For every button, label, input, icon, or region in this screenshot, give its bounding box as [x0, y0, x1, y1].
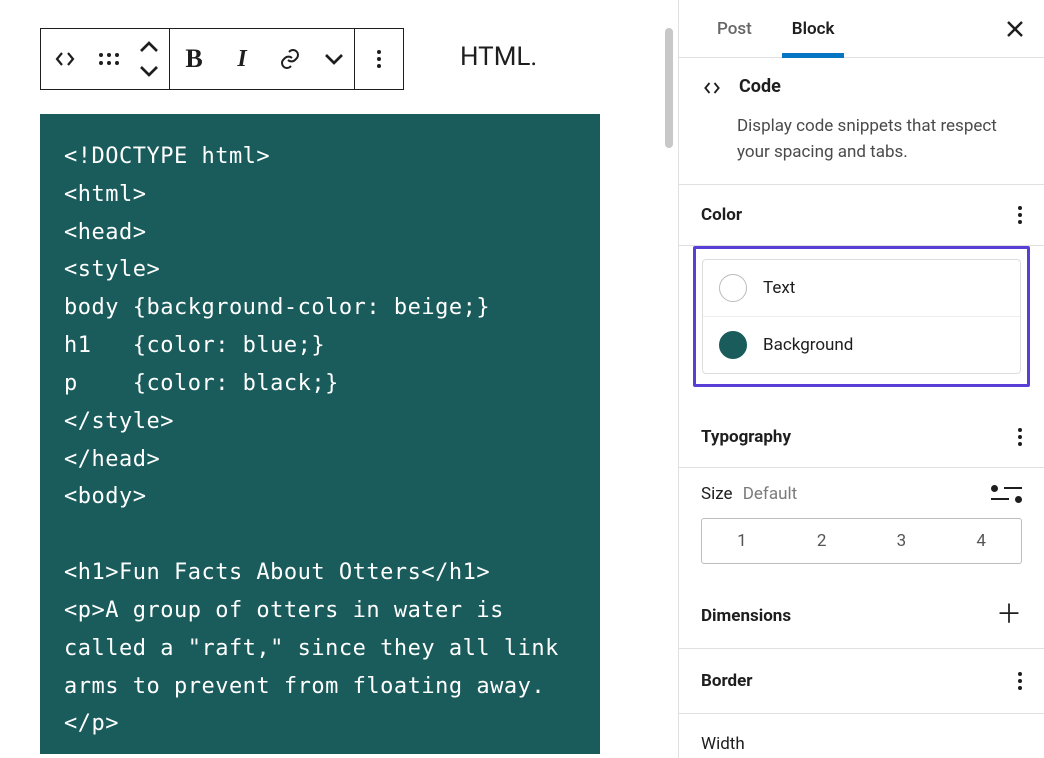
font-size-value: Default — [743, 484, 797, 504]
border-panel-header[interactable]: Border — [679, 649, 1044, 714]
font-size-option-1[interactable]: 1 — [702, 519, 782, 563]
text-color-swatch — [719, 274, 747, 302]
custom-size-toggle-icon[interactable] — [991, 485, 1022, 503]
color-panel-highlight: Text Background — [693, 246, 1030, 387]
text-color-row[interactable]: Text — [703, 260, 1020, 316]
toolbar-group-options — [355, 29, 403, 89]
code-block-icon — [701, 76, 723, 103]
tab-block[interactable]: Block — [772, 0, 855, 57]
block-description: Display code snippets that respect your … — [737, 113, 1022, 166]
drag-handle-icon[interactable] — [89, 29, 129, 89]
block-type-icon[interactable] — [41, 29, 89, 89]
sidebar-tabs: Post Block — [679, 0, 1044, 58]
toolbar-group-block — [41, 29, 170, 89]
scrollbar-thumb[interactable] — [665, 28, 673, 148]
editor-canvas: B I HTML. <!DOCTYPE html> <html> <head> … — [0, 0, 660, 758]
typography-panel-title: Typography — [701, 427, 791, 447]
color-panel-body: Text Background — [679, 246, 1044, 407]
block-title: Code — [739, 76, 781, 97]
color-options-list: Text Background — [702, 259, 1021, 374]
text-color-label: Text — [763, 278, 795, 298]
typography-panel-header[interactable]: Typography — [679, 407, 1044, 468]
border-panel-options-icon[interactable] — [1018, 672, 1022, 690]
scrollbar-track[interactable] — [660, 0, 678, 758]
italic-button[interactable]: I — [218, 29, 266, 89]
font-size-option-2[interactable]: 2 — [782, 519, 862, 563]
move-up-down-icon[interactable] — [129, 29, 169, 89]
bold-button[interactable]: B — [170, 29, 218, 89]
border-panel-title: Border — [701, 671, 753, 691]
typography-panel-options-icon[interactable] — [1018, 428, 1022, 446]
color-panel-options-icon[interactable] — [1018, 206, 1022, 224]
background-color-row[interactable]: Background — [703, 316, 1020, 373]
dimensions-panel-title: Dimensions — [701, 606, 791, 626]
block-toolbar: B I — [40, 28, 404, 90]
code-block[interactable]: <!DOCTYPE html> <html> <head> <style> bo… — [40, 114, 600, 754]
close-sidebar-button[interactable] — [986, 18, 1044, 40]
font-size-label: Size — [701, 484, 733, 504]
block-info-section: Code Display code snippets that respect … — [679, 58, 1044, 185]
background-color-label: Background — [763, 335, 853, 355]
more-format-dropdown[interactable] — [314, 29, 354, 89]
dimensions-panel-header[interactable]: Dimensions ＋ — [679, 584, 1044, 649]
dimensions-add-icon[interactable]: ＋ — [996, 609, 1022, 622]
color-panel-title: Color — [701, 205, 742, 225]
font-size-presets: 1 2 3 4 — [701, 518, 1022, 564]
font-size-row: Size Default — [701, 468, 1022, 518]
color-panel-header[interactable]: Color — [679, 185, 1044, 246]
font-size-option-4[interactable]: 4 — [941, 519, 1021, 563]
link-button[interactable] — [266, 29, 314, 89]
background-color-swatch — [719, 331, 747, 359]
typography-panel-body: Size Default 1 2 3 4 — [679, 468, 1044, 584]
settings-sidebar: Post Block Code Display code snippets th… — [678, 0, 1044, 758]
width-label-partial: Width — [679, 714, 1044, 754]
font-size-option-3[interactable]: 3 — [862, 519, 942, 563]
trailing-paragraph-text: HTML. — [460, 42, 537, 72]
tab-post[interactable]: Post — [697, 0, 772, 57]
toolbar-group-format: B I — [170, 29, 355, 89]
options-button[interactable] — [355, 29, 403, 89]
